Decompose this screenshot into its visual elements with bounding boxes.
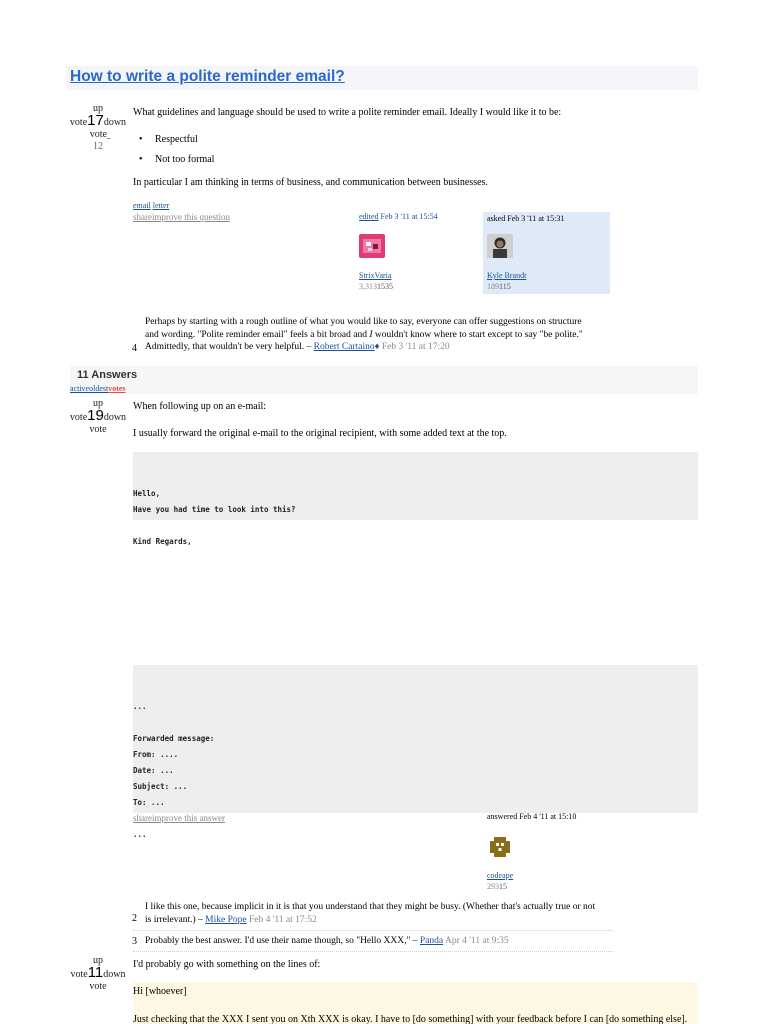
comment-divider <box>133 951 613 952</box>
question-paragraph: In particular I am thinking in terms of … <box>133 177 488 188</box>
answer2-blockquote: Hi [whoever] Just checking that the XXX … <box>133 982 698 1024</box>
upvote-label[interactable]: vote <box>70 969 87 980</box>
favorite-count[interactable]: 12 <box>66 141 130 153</box>
edited-signature: edited Feb 3 '11 at 15:54 StrixVaria 3,3… <box>359 212 481 294</box>
tab-oldest[interactable]: oldest <box>89 384 108 393</box>
question-intro: What guidelines and language should be u… <box>133 107 562 118</box>
downvote-button[interactable]: down <box>103 969 125 980</box>
asker-avatar[interactable] <box>487 234 513 258</box>
question-bullets: Respectful Not too formal <box>139 133 215 173</box>
downvote-label[interactable]: vote <box>90 129 107 140</box>
downvote-label[interactable]: vote <box>66 981 130 993</box>
comment-author-link[interactable]: Robert Cartaino <box>314 342 375 352</box>
answerer-avatar[interactable] <box>487 834 513 860</box>
downvote-button[interactable]: down <box>104 117 126 128</box>
answer1-vote-count: 19 <box>87 407 104 424</box>
answer2-vote-cell: up vote11down vote <box>66 955 130 993</box>
bullet-item: Not too formal <box>139 153 215 173</box>
bullet-item: Respectful <box>139 133 214 153</box>
answer2-line1: I'd probably go with something on the li… <box>133 959 321 970</box>
editor-avatar[interactable] <box>359 234 385 258</box>
downvote-label[interactable]: vote <box>66 424 130 436</box>
comment-score: 4 <box>132 343 137 354</box>
answered-time: answered Feb 4 '11 at 15:10 <box>487 812 577 821</box>
asker-reputation: 189115 <box>487 282 511 291</box>
answer1-vote-cell: up vote19down vote <box>66 398 130 436</box>
answers-header-bar <box>70 366 698 394</box>
question-vote-count: 17 <box>87 112 104 129</box>
asked-time: asked Feb 3 '11 at 15:31 <box>487 214 565 223</box>
comment-score: 3 <box>132 936 137 947</box>
answer1-comment-1: I like this one, because implicit in it … <box>145 902 596 925</box>
answer1-line1: When following up on an e-mail: <box>133 401 267 412</box>
answer-sort-tabs: activeoldestvotes <box>70 384 126 393</box>
tab-votes[interactable]: votes <box>108 384 125 393</box>
comment-divider <box>133 930 613 931</box>
answer1-code-block-2: ... Forwarded message: From: .... Date: ..… <box>133 665 698 839</box>
share-answer-link[interactable]: shareimprove this answer <box>133 813 225 823</box>
question-title[interactable]: How to write a polite reminder email? <box>70 68 345 86</box>
comment-author-link[interactable]: Panda <box>420 936 443 946</box>
question-vote-cell: up vote17down voteˍ 12 <box>66 103 130 153</box>
editor-name[interactable]: StrixVaria <box>359 271 391 280</box>
edited-time: Feb 3 '11 at 15:54 <box>380 212 438 221</box>
question-comment: Perhaps by starting with a rough outline… <box>145 317 583 352</box>
comment-score: 2 <box>132 913 137 924</box>
question-tags: email letter <box>133 201 169 210</box>
answer1-line2: I usually forward the original e-mail to… <box>133 428 507 439</box>
tag-letter[interactable]: letter <box>153 201 169 210</box>
tab-active[interactable]: active <box>70 384 89 393</box>
asker-name[interactable]: Kyle Brandt <box>487 271 526 280</box>
share-question-link[interactable]: shareimprove this question <box>133 212 230 222</box>
upvote-label[interactable]: vote <box>70 412 87 423</box>
answerer-reputation: 29315 <box>487 882 507 891</box>
upvote-label[interactable]: vote <box>70 117 87 128</box>
edited-link[interactable]: edited <box>359 212 379 221</box>
answerer-name[interactable]: codeape <box>487 871 513 880</box>
editor-reputation: 3,3131535 <box>359 282 393 291</box>
answer1-code-block-1: Hello, Have you had time to look into thi… <box>133 452 698 546</box>
asked-signature: asked Feb 3 '11 at 15:31 Kyle Brandt 189… <box>483 212 610 294</box>
tag-email[interactable]: email <box>133 201 151 210</box>
answer2-vote-count: 11 <box>87 964 104 981</box>
downvote-button[interactable]: down <box>104 412 126 423</box>
comment-author-link[interactable]: Mike Pope <box>205 915 246 925</box>
answered-signature: answered Feb 4 '11 at 15:10 codeape 2931… <box>487 812 607 894</box>
answers-count: 11 Answers <box>77 369 138 381</box>
answer1-comment-2: Probably the best answer. I'd use their … <box>145 936 509 946</box>
